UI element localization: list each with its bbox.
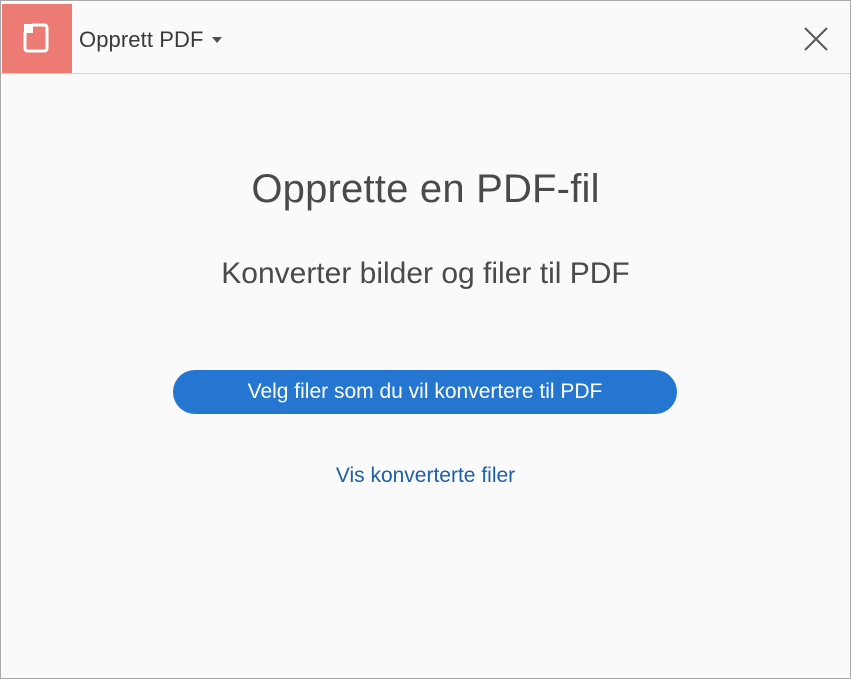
caret-down-icon bbox=[211, 37, 222, 43]
view-converted-files-link[interactable]: Vis konverterte filer bbox=[1, 464, 850, 488]
close-button[interactable] bbox=[800, 23, 832, 55]
select-files-button[interactable]: Velg filer som du vil konvertere til PDF bbox=[173, 370, 677, 414]
tool-header: Opprett PDF bbox=[1, 1, 850, 74]
create-pdf-window: Opprett PDF Opprette en PDF-fil Konverte… bbox=[0, 0, 851, 679]
tool-switcher-dropdown[interactable]: Opprett PDF bbox=[79, 27, 222, 53]
close-icon bbox=[804, 27, 828, 51]
page-title: Opprette en PDF-fil bbox=[251, 167, 600, 211]
page-subtitle: Konverter bilder og filer til PDF bbox=[221, 257, 630, 290]
tool-title: Opprett PDF bbox=[79, 27, 204, 52]
create-pdf-icon bbox=[23, 23, 49, 53]
tool-icon-tile bbox=[2, 4, 72, 73]
